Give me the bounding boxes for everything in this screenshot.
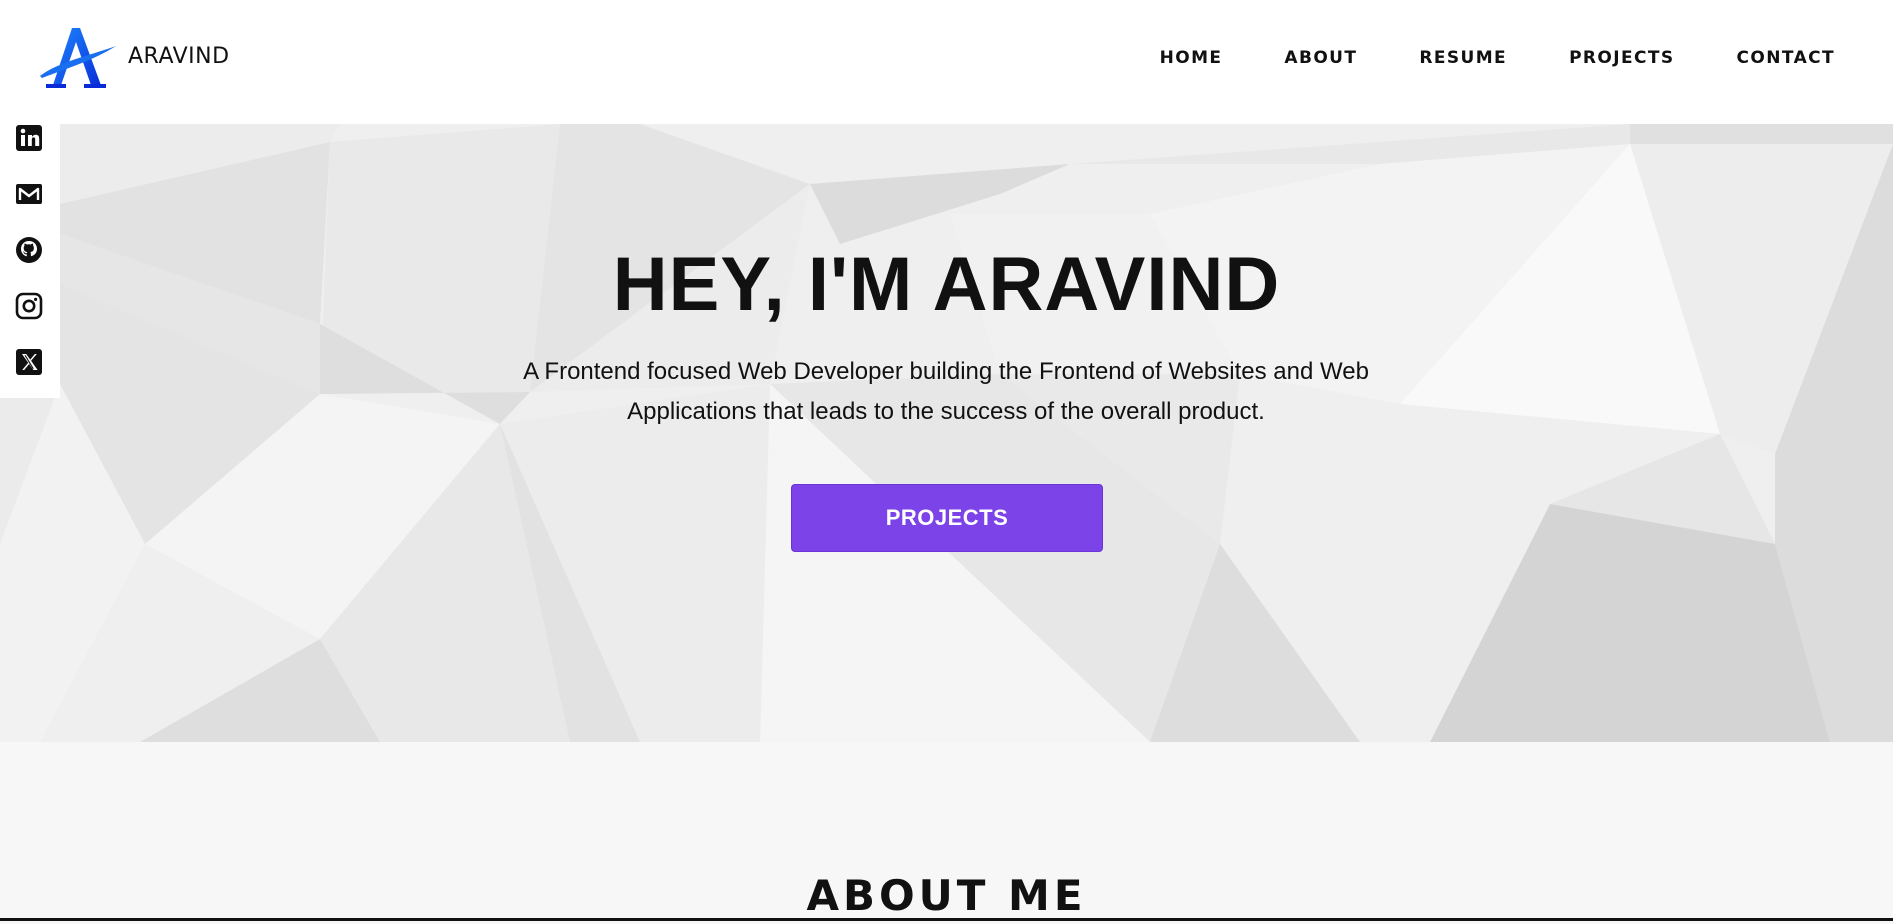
about-title: ABOUT ME bbox=[806, 871, 1087, 920]
linkedin-icon[interactable] bbox=[15, 124, 43, 152]
nav-contact[interactable]: CONTACT bbox=[1737, 48, 1835, 68]
hero-subtitle: A Frontend focused Web Developer buildin… bbox=[523, 358, 1369, 425]
site-header: ARAVIND HOME ABOUT RESUME PROJECTS CONTA… bbox=[0, 0, 1893, 124]
hero-section: HEY, I'M ARAVIND A Frontend focused Web … bbox=[0, 124, 1893, 742]
aravind-logo-icon[interactable] bbox=[38, 26, 118, 92]
nav-resume[interactable]: RESUME bbox=[1419, 48, 1507, 68]
github-icon[interactable] bbox=[15, 236, 43, 264]
nav-projects[interactable]: PROJECTS bbox=[1569, 48, 1674, 68]
x-twitter-icon[interactable] bbox=[15, 348, 43, 376]
projects-button[interactable]: PROJECTS bbox=[791, 484, 1103, 552]
low-poly-background bbox=[0, 124, 1893, 742]
nav-home[interactable]: HOME bbox=[1160, 48, 1223, 68]
brand-name[interactable]: ARAVIND bbox=[128, 44, 230, 69]
main-nav: HOME ABOUT RESUME PROJECTS CONTACT bbox=[1098, 48, 1835, 68]
hero-title: HEY, I'M ARAVIND bbox=[612, 242, 1281, 327]
gmail-icon[interactable] bbox=[15, 180, 43, 208]
instagram-icon[interactable] bbox=[15, 292, 43, 320]
social-sidebar bbox=[0, 124, 60, 398]
nav-about[interactable]: ABOUT bbox=[1284, 48, 1357, 68]
